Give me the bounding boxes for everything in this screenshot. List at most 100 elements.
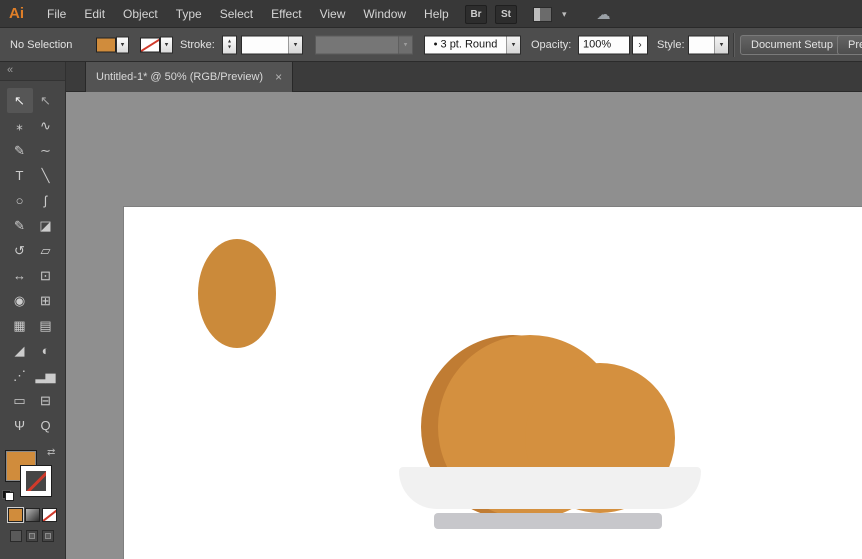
opacity-field[interactable]: 100% bbox=[578, 35, 630, 54]
menu-file[interactable]: File bbox=[38, 7, 75, 21]
brush-definition-dropdown[interactable]: • 3 pt. Round ▾ bbox=[424, 35, 521, 54]
paintbrush-tool[interactable]: ʃ bbox=[33, 188, 59, 213]
workspace-chevron-icon[interactable]: ▾ bbox=[562, 9, 567, 20]
magic-wand-tool[interactable]: ⁎ bbox=[7, 113, 33, 138]
ellipse-tool[interactable]: ○ bbox=[7, 188, 33, 213]
pen-tool[interactable]: ✎ bbox=[7, 138, 33, 163]
menu-select[interactable]: Select bbox=[211, 7, 262, 21]
direct-selection-tool[interactable]: ↖ bbox=[33, 88, 59, 113]
menu-object[interactable]: Object bbox=[114, 7, 167, 21]
blend-tool[interactable]: ◐ bbox=[33, 338, 59, 363]
opacity-value: 100% bbox=[579, 39, 629, 51]
document-setup-button[interactable]: Document Setup bbox=[740, 35, 844, 55]
stroke-weight-dropdown[interactable]: ▾ bbox=[241, 35, 303, 54]
default-fill-stroke-icon[interactable] bbox=[2, 490, 14, 501]
scale-tool[interactable]: ▱ bbox=[33, 238, 59, 263]
rotate-tool[interactable]: ↺ bbox=[7, 238, 33, 263]
free-transform-tool[interactable]: ⊡ bbox=[33, 263, 59, 288]
plate-shape[interactable] bbox=[399, 467, 701, 509]
document-tab[interactable]: Untitled-1* @ 50% (RGB/Preview) × bbox=[85, 62, 293, 92]
menu-view[interactable]: View bbox=[311, 7, 355, 21]
style-chevron-icon[interactable]: ▾ bbox=[714, 36, 728, 53]
stroke-proxy-swatch[interactable] bbox=[21, 466, 51, 496]
curvature-tool[interactable]: ∼ bbox=[33, 138, 59, 163]
hand-tool[interactable]: Ψ bbox=[7, 413, 33, 438]
style-dropdown[interactable]: ▾ bbox=[688, 35, 729, 54]
artboard-tool[interactable]: ▭ bbox=[7, 388, 33, 413]
stroke-color-swatch[interactable] bbox=[140, 37, 160, 52]
stepper-down-icon[interactable]: ▾ bbox=[228, 45, 231, 51]
collapse-panel-icon[interactable]: « bbox=[7, 64, 13, 76]
opacity-arrow-icon: › bbox=[638, 39, 641, 50]
stroke-weight-chevron-icon[interactable]: ▾ bbox=[288, 36, 302, 53]
menu-type[interactable]: Type bbox=[167, 7, 211, 21]
gradient-mode-button[interactable] bbox=[25, 508, 40, 522]
gradient-tool[interactable]: ▤ bbox=[33, 313, 59, 338]
opacity-label[interactable]: Opacity: bbox=[531, 39, 571, 51]
menubar-right-cluster: Br St ▾ ☁ bbox=[465, 0, 611, 28]
column-graph-tool[interactable]: ▂▅ bbox=[33, 363, 59, 388]
artboard[interactable] bbox=[123, 206, 862, 559]
draw-behind-button[interactable] bbox=[26, 530, 38, 542]
brush-definition-value: • 3 pt. Round bbox=[425, 39, 506, 51]
stroke-dropdown-icon[interactable]: ▾ bbox=[160, 36, 173, 53]
type-tool[interactable]: T bbox=[7, 163, 33, 188]
brush-definition-label: 3 pt. Round bbox=[441, 39, 498, 51]
color-mode-row bbox=[8, 508, 58, 522]
canvas-area[interactable] bbox=[67, 92, 862, 559]
style-label[interactable]: Style: bbox=[657, 39, 685, 51]
selection-status: No Selection bbox=[10, 39, 72, 51]
fill-dropdown-icon[interactable]: ▾ bbox=[116, 36, 129, 53]
slice-tool[interactable]: ⊟ bbox=[33, 388, 59, 413]
eyedropper-tool[interactable]: ◢ bbox=[7, 338, 33, 363]
tools-dock: « ↖↖⁎∿✎∼T╲○ʃ✎◪↺▱↔⊡◉⊞▦▤◢◐⋰▂▅▭⊟ΨQ ⇄ bbox=[0, 62, 66, 559]
illustrator-logo: Ai bbox=[9, 5, 24, 22]
mesh-tool[interactable]: ▦ bbox=[7, 313, 33, 338]
symbol-sprayer-tool[interactable]: ⋰ bbox=[7, 363, 33, 388]
perspective-grid-tool[interactable]: ⊞ bbox=[33, 288, 59, 313]
menu-effect[interactable]: Effect bbox=[262, 7, 310, 21]
swap-fill-stroke-icon[interactable]: ⇄ bbox=[47, 447, 55, 458]
none-mode-button[interactable] bbox=[42, 508, 57, 522]
controlbar-separator bbox=[733, 33, 735, 57]
control-bar: No Selection ▾ ▾ Stroke: ▴▾ ▾ ▾ • 3 pt. … bbox=[0, 28, 862, 62]
cs-live-icon[interactable]: ☁ bbox=[597, 6, 611, 23]
fill-color-swatch[interactable] bbox=[96, 37, 116, 52]
lasso-tool[interactable]: ∿ bbox=[33, 113, 59, 138]
line-segment-tool[interactable]: ╲ bbox=[33, 163, 59, 188]
color-mode-button[interactable] bbox=[8, 508, 23, 522]
dock-header: « bbox=[0, 62, 65, 81]
tools-panel: ↖↖⁎∿✎∼T╲○ʃ✎◪↺▱↔⊡◉⊞▦▤◢◐⋰▂▅▭⊟ΨQ bbox=[7, 88, 59, 438]
stroke-label[interactable]: Stroke: bbox=[180, 39, 215, 51]
fill-stroke-area: ⇄ bbox=[0, 446, 65, 504]
selection-tool[interactable]: ↖ bbox=[7, 88, 33, 113]
shape-builder-tool[interactable]: ◉ bbox=[7, 288, 33, 313]
width-profile-dropdown: ▾ bbox=[315, 35, 413, 54]
bridge-button[interactable]: Br bbox=[465, 5, 487, 24]
egg-ellipse-shape[interactable] bbox=[198, 239, 276, 348]
preferences-button[interactable]: Pref bbox=[837, 35, 862, 55]
menu-edit[interactable]: Edit bbox=[75, 7, 114, 21]
pencil-tool[interactable]: ✎ bbox=[7, 213, 33, 238]
width-tool[interactable]: ↔ bbox=[7, 263, 33, 288]
draw-inside-button[interactable] bbox=[42, 530, 54, 542]
stroke-weight-stepper[interactable]: ▴▾ bbox=[222, 35, 237, 54]
menu-help[interactable]: Help bbox=[415, 7, 458, 21]
plate-base-shape[interactable] bbox=[434, 513, 662, 529]
drawing-mode-row bbox=[10, 530, 56, 542]
menu-items: FileEditObjectTypeSelectEffectViewWindow… bbox=[38, 0, 458, 28]
document-tab-title: Untitled-1* @ 50% (RGB/Preview) bbox=[96, 71, 263, 83]
opacity-arrow-button[interactable]: › bbox=[632, 35, 648, 54]
eraser-tool[interactable]: ◪ bbox=[33, 213, 59, 238]
document-tab-bar: Untitled-1* @ 50% (RGB/Preview) × bbox=[66, 62, 862, 92]
brush-chevron-icon[interactable]: ▾ bbox=[506, 36, 520, 53]
brush-preview-icon: • bbox=[434, 39, 438, 51]
draw-normal-button[interactable] bbox=[10, 530, 22, 542]
menu-window[interactable]: Window bbox=[354, 7, 415, 21]
workspace-switcher-icon[interactable] bbox=[533, 7, 552, 22]
tab-close-icon[interactable]: × bbox=[275, 70, 282, 84]
stock-button[interactable]: St bbox=[495, 5, 517, 24]
width-profile-chevron-icon: ▾ bbox=[398, 36, 412, 53]
menu-bar: Ai FileEditObjectTypeSelectEffectViewWin… bbox=[0, 0, 862, 28]
zoom-tool[interactable]: Q bbox=[33, 413, 59, 438]
